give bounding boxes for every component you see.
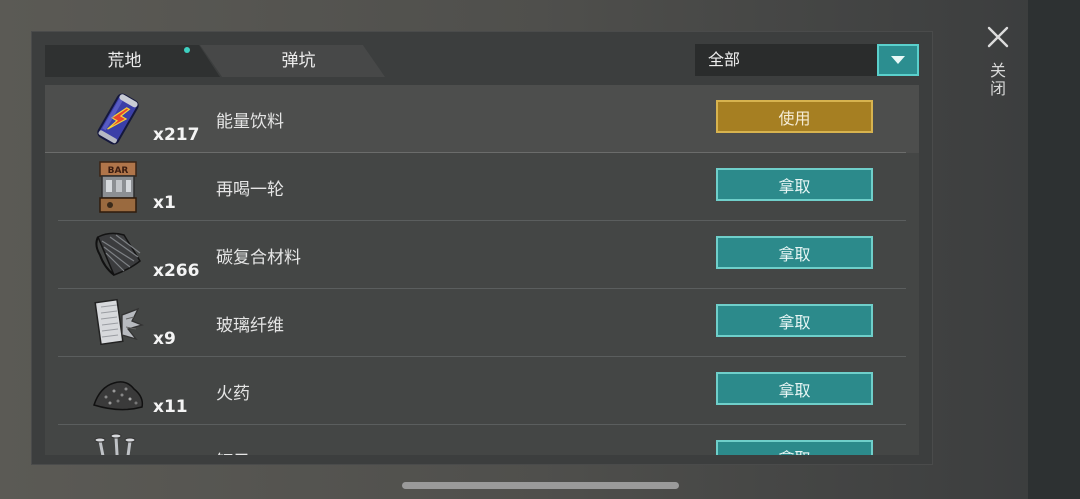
item-quantity: x11 [153, 397, 188, 417]
nails-icon [94, 433, 136, 455]
list-item: x266 碳复合材料 拿取 [45, 221, 919, 289]
item-name: 再喝一轮 [216, 180, 284, 200]
new-item-dot [184, 47, 190, 53]
carbon-composite-sheet-icon [95, 232, 141, 276]
take-button[interactable]: 拿取 [716, 168, 873, 201]
list-item: x11 火药 拿取 [45, 357, 919, 425]
chevron-down-icon [891, 56, 905, 64]
close-icon[interactable] [986, 25, 1010, 49]
bar-counter-icon: BAR [99, 161, 137, 213]
take-button[interactable]: 拿取 [716, 236, 873, 269]
tab-wasteland[interactable]: 荒地 [45, 45, 220, 77]
tab-label: 荒地 [107, 51, 142, 71]
home-indicator[interactable] [402, 482, 679, 489]
filter-selected-label: 全部 [708, 50, 741, 69]
take-button[interactable]: 拿取 [716, 304, 873, 337]
right-edge-strip [1028, 0, 1080, 499]
list-item: 钉子 拿取 [45, 425, 919, 455]
dropdown-toggle-button[interactable] [877, 44, 919, 76]
take-button[interactable]: 拿取 [716, 372, 873, 405]
item-name: 火药 [216, 384, 250, 404]
list-item: x217 能量饮料 使用 [45, 85, 919, 153]
item-quantity: x217 [153, 125, 200, 145]
take-button[interactable]: 拿取 [716, 440, 873, 455]
inventory-panel: 荒地 弹坑 全部 x217 能量饮料 使用 BAR x1 再喝一轮 拿取 x26… [32, 32, 932, 464]
item-quantity: x266 [153, 261, 200, 281]
item-name: 碳复合材料 [216, 248, 301, 268]
item-quantity: x1 [153, 193, 176, 213]
energy-drink-can-icon [97, 93, 139, 145]
filter-dropdown[interactable]: 全部 [695, 44, 919, 76]
item-name: 能量饮料 [216, 112, 284, 132]
list-item: x9 玻璃纤维 拿取 [45, 289, 919, 357]
svg-text:BAR: BAR [108, 166, 129, 176]
item-quantity: x9 [153, 329, 176, 349]
tab-crater[interactable]: 弹坑 [200, 45, 385, 77]
item-name: 玻璃纤维 [216, 316, 284, 336]
use-button[interactable]: 使用 [716, 100, 873, 133]
fiberglass-icon [94, 298, 145, 346]
item-list[interactable]: x217 能量饮料 使用 BAR x1 再喝一轮 拿取 x266 碳复合材料 拿… [45, 85, 919, 455]
tab-label: 弹坑 [281, 51, 316, 71]
close-label[interactable]: 关闭 [987, 62, 1008, 98]
gunpowder-pile-icon [93, 381, 144, 411]
list-item: BAR x1 再喝一轮 拿取 [45, 153, 919, 221]
item-name: 钉子 [216, 447, 250, 455]
